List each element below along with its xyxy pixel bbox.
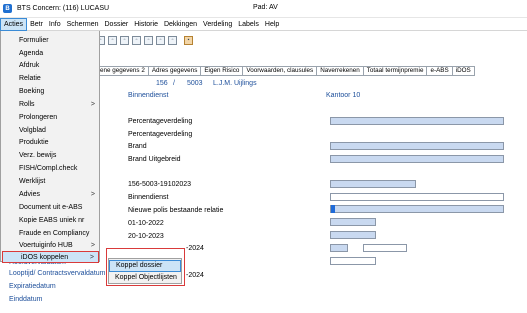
menu-betr[interactable]: Betr	[27, 18, 46, 31]
document-icon[interactable]: ▫	[120, 36, 129, 45]
menu-item-fraude-compliancy[interactable]: Fraude en Compliancy	[1, 228, 99, 240]
menu-bar: Acties Betr Info Schermen Dossier Histor…	[0, 17, 527, 31]
input-field[interactable]	[330, 218, 376, 226]
input-field[interactable]	[330, 244, 348, 252]
input-field-active[interactable]	[330, 205, 504, 213]
tab-totaal-termijnpremie[interactable]: Totaal termijnpremie	[363, 66, 428, 76]
app-logo-icon: B	[3, 4, 12, 13]
tab-gegevens-2[interactable]: ene gegevens 2	[96, 66, 149, 76]
menu-item-agenda[interactable]: Agenda	[1, 48, 99, 60]
menu-item-rolls[interactable]: Rolls >	[1, 99, 99, 111]
menu-labels[interactable]: Labels	[235, 18, 262, 31]
department: Binnendienst	[128, 92, 169, 99]
tab-eigen-risico[interactable]: Eigen Risico	[201, 66, 244, 76]
field-label: -2024	[186, 245, 204, 252]
document-icon[interactable]: ▫	[108, 36, 117, 45]
menu-item-verz-bewijs[interactable]: Verz. bewijs	[1, 150, 99, 162]
menu-item-werklijst[interactable]: Werklijst	[1, 176, 99, 188]
menu-item-formulier[interactable]: Formulier	[1, 35, 99, 47]
tab-e-abs[interactable]: e-ABS	[427, 66, 453, 76]
tab-naverrekenen[interactable]: Naverrekenen	[317, 66, 364, 76]
looptijd-label: Looptijd/ Contractsvervaldatum	[9, 270, 106, 277]
menu-item-fish-compl-check[interactable]: FISH/Compl.check	[1, 163, 99, 175]
office: Kantoor 10	[326, 92, 361, 99]
acties-dropdown-menu: Formulier Agenda Afdruk Relatie Boeking …	[0, 31, 100, 263]
einddatum-label: Einddatum	[9, 296, 43, 303]
menu-item-volgblad[interactable]: Volgblad	[1, 125, 99, 137]
menu-item-koppel-dossier[interactable]: Koppel dossier	[109, 260, 181, 272]
menu-item-relatie[interactable]: Relatie	[1, 73, 99, 85]
input-field[interactable]	[363, 244, 407, 252]
menu-dossier[interactable]: Dossier	[102, 18, 132, 31]
menu-item-kopie-eabs[interactable]: Kopie EABS uniek nr	[1, 215, 99, 227]
document-icon[interactable]: ▫	[156, 36, 165, 45]
document-icon[interactable]: ▫	[132, 36, 141, 45]
submenu-arrow-icon: >	[90, 101, 95, 108]
title-bar: B BTS Concern: (116) LUCASU Pad: AV	[0, 0, 527, 18]
client-name: L.J.M. Uijlings	[213, 80, 257, 87]
window-title: BTS Concern: (116) LUCASU	[17, 5, 110, 12]
toolbar: ▫ ▫ ▫ ▫ ▫ ▫ ▫ ▪	[96, 34, 196, 47]
menu-item-afdruk[interactable]: Afdruk	[1, 60, 99, 72]
input-field[interactable]	[330, 117, 504, 125]
menu-item-prolongeren[interactable]: Prolongeren	[1, 112, 99, 124]
text-cursor	[331, 205, 335, 213]
input-field[interactable]	[330, 257, 376, 265]
menu-item-boeking[interactable]: Boeking	[1, 86, 99, 98]
policy-number-1: 156	[156, 80, 168, 87]
field-label: 20-10-2023	[128, 233, 164, 240]
menu-item-koppel-objectlijsten[interactable]: Koppel Objectlijsten	[109, 272, 181, 284]
field-label: 01-10-2022	[128, 220, 164, 227]
tab-adres-gegevens[interactable]: Adres gegevens	[148, 66, 202, 76]
menu-item-document-uit-eabs[interactable]: Document uit e-ABS	[1, 202, 99, 214]
menu-item-advies[interactable]: Advies >	[1, 189, 99, 201]
input-field[interactable]	[330, 231, 376, 239]
menu-dekkingen[interactable]: Dekkingen	[161, 18, 200, 31]
menu-verdeling[interactable]: Verdeling	[200, 18, 235, 31]
tab-bar: ene gegevens 2 Adres gegevens Eigen Risi…	[96, 66, 475, 76]
field-label: Binnendienst	[128, 194, 169, 201]
idos-submenu: Koppel dossier Koppel Objectlijsten	[108, 258, 182, 284]
menu-item-produktie[interactable]: Produktie	[1, 137, 99, 149]
input-field[interactable]	[330, 155, 504, 163]
menu-help[interactable]: Help	[262, 18, 282, 31]
input-field[interactable]	[330, 180, 416, 188]
menu-item-idos-koppelen[interactable]: iDOS koppelen >	[2, 251, 99, 263]
field-label: Percentageverdeling	[128, 118, 193, 125]
field-label: Brand Uitgebreid	[128, 156, 181, 163]
field-label: Nieuwe polis bestaande relatie	[128, 207, 224, 214]
menu-schermen[interactable]: Schermen	[64, 18, 102, 31]
input-field[interactable]	[330, 193, 504, 201]
submenu-arrow-icon: >	[90, 191, 95, 198]
input-field[interactable]	[330, 142, 504, 150]
menu-historie[interactable]: Historie	[131, 18, 161, 31]
submenu-arrow-icon: >	[89, 254, 94, 261]
field-label: Percentageverdeling	[128, 131, 193, 138]
policy-slash: /	[173, 80, 175, 87]
expiratiedatum-label: Expiratiedatum	[9, 283, 56, 290]
document-icon[interactable]: ▫	[168, 36, 177, 45]
field-label: -2024	[186, 272, 204, 279]
policy-number-2: 5003	[187, 80, 203, 87]
document-icon[interactable]: ▫	[144, 36, 153, 45]
tab-idos[interactable]: iDOS	[452, 66, 475, 76]
menu-info[interactable]: Info	[46, 18, 64, 31]
window-path: Pad: AV	[253, 4, 278, 11]
field-label: Brand	[128, 143, 147, 150]
menu-acties[interactable]: Acties	[0, 17, 28, 31]
field-label: 156-5003-19102023	[128, 181, 192, 188]
tool-icon[interactable]: ▪	[184, 36, 193, 45]
tab-voorwaarden[interactable]: Voorwaarden, clausules	[243, 66, 318, 76]
